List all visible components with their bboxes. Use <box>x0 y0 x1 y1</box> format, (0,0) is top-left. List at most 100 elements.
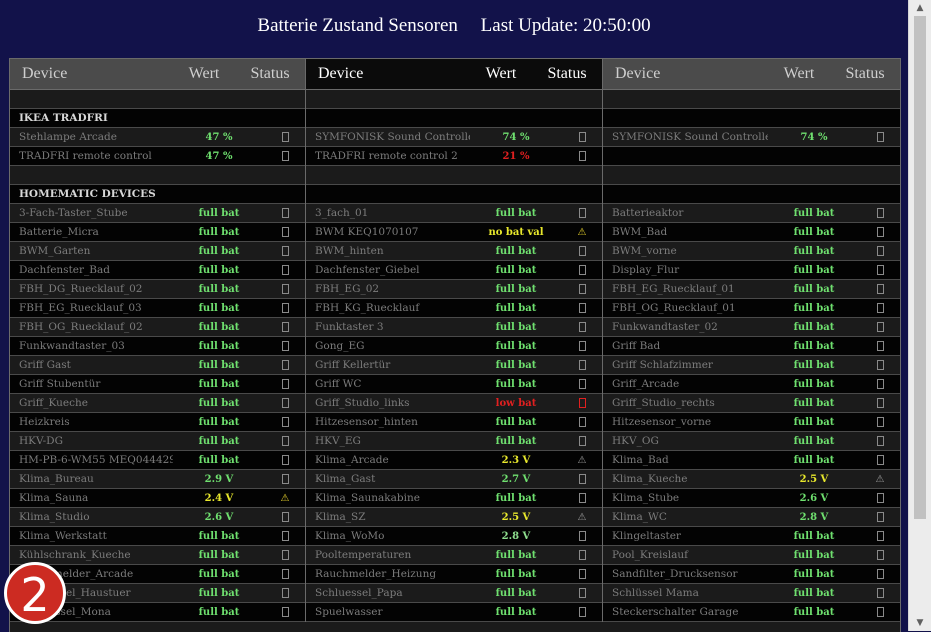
battery-icon <box>562 550 602 561</box>
battery-icon <box>265 607 305 618</box>
battery-icon <box>562 417 602 428</box>
battery-value: full bat <box>495 587 537 599</box>
device-row: Klima_Kueche 2.5 V ⚠ <box>603 470 900 489</box>
device-name: Display_Flur <box>612 264 680 276</box>
battery-icon <box>562 474 602 485</box>
battery-value: 47 % <box>205 150 233 162</box>
battery-icon <box>860 417 900 428</box>
battery-icon <box>860 607 900 618</box>
spacer-row <box>603 166 900 185</box>
warning-triangle-icon: ⚠ <box>280 492 290 504</box>
battery-value: full bat <box>198 226 240 238</box>
header-status: Status <box>845 65 885 82</box>
device-name: Batterieaktor <box>612 207 684 219</box>
battery-icon <box>562 379 602 390</box>
battery-icon <box>860 436 900 447</box>
battery-value: full bat <box>793 359 835 371</box>
column-header: Device Wert Status <box>10 59 305 90</box>
battery-value: full bat <box>198 283 240 295</box>
battery-icon <box>860 132 900 143</box>
device-name: FBH_OG_Ruecklauf_02 <box>19 321 143 333</box>
spacer-row <box>10 166 305 185</box>
device-name: Steckerschalter Garage <box>612 606 739 618</box>
battery-value: full bat <box>198 264 240 276</box>
battery-icon <box>562 436 602 447</box>
device-row: Funktaster 3 full bat <box>306 318 602 337</box>
header-value: Wert <box>188 65 220 82</box>
device-row: FBH_EG_Ruecklauf_03 full bat <box>10 299 305 318</box>
spacer-row <box>306 166 602 185</box>
battery-value: full bat <box>793 302 835 314</box>
battery-icon <box>265 398 305 409</box>
device-row: Griff WC full bat <box>306 375 602 394</box>
spacer-row <box>10 90 305 109</box>
device-row: Hitzesensor_vorne full bat <box>603 413 900 432</box>
battery-value: low bat <box>495 397 537 409</box>
device-row: Dachfenster_Giebel full bat <box>306 261 602 280</box>
battery-value: full bat <box>793 606 835 618</box>
device-name: Griff Kellertür <box>315 359 391 371</box>
battery-value: full bat <box>495 549 537 561</box>
battery-value: full bat <box>495 264 537 276</box>
device-name: Griff Gast <box>19 359 71 371</box>
device-name: Dachfenster_Giebel <box>315 264 420 276</box>
group-header: IKEA TRADFRI <box>10 109 305 128</box>
scroll-down-icon[interactable]: ▼ <box>909 615 931 631</box>
battery-icon <box>562 265 602 276</box>
group-header: HOMEMATIC DEVICES <box>10 185 305 204</box>
battery-value: full bat <box>198 606 240 618</box>
battery-icon <box>860 588 900 599</box>
battery-value: full bat <box>793 245 835 257</box>
battery-icon <box>265 284 305 295</box>
device-name: FBH_EG_02 <box>315 283 380 295</box>
scroll-up-icon[interactable]: ▲ <box>909 0 931 16</box>
device-row: Klima_Arcade 2.3 V ⚠ <box>306 451 602 470</box>
device-name: Griff_Studio_rechts <box>612 397 715 409</box>
column-header: Device Wert Status <box>603 59 900 90</box>
device-name: 3_fach_01 <box>315 207 369 219</box>
device-row: BWM_Bad full bat <box>603 223 900 242</box>
warning-triangle-icon: ⚠ <box>875 473 885 485</box>
device-name: Rauchmelder_Heizung <box>315 568 437 580</box>
battery-icon <box>860 379 900 390</box>
battery-value: full bat <box>495 321 537 333</box>
device-row: HKV_OG full bat <box>603 432 900 451</box>
device-name: Klima_Werkstatt <box>19 530 107 542</box>
device-row <box>603 147 900 166</box>
device-name: Griff Bad <box>612 340 661 352</box>
battery-icon <box>265 303 305 314</box>
battery-value: full bat <box>793 340 835 352</box>
device-name: Klima_SZ <box>315 511 366 523</box>
device-row: FBH_EG_02 full bat <box>306 280 602 299</box>
battery-value: full bat <box>793 587 835 599</box>
device-row: 3-Fach-Taster_Stube full bat <box>10 204 305 223</box>
device-row: Batterieaktor full bat <box>603 204 900 223</box>
battery-icon <box>265 455 305 466</box>
device-row: Klima_Bureau 2.9 V <box>10 470 305 489</box>
battery-icon <box>860 493 900 504</box>
device-name: Griff_Kueche <box>19 397 88 409</box>
device-name: Klima_Gast <box>315 473 376 485</box>
battery-icon <box>265 322 305 333</box>
device-name: TRADFRI remote control <box>19 150 152 162</box>
battery-icon <box>860 531 900 542</box>
device-row: Griff Kellertür full bat <box>306 356 602 375</box>
device-row: Griff_Studio_links low bat <box>306 394 602 413</box>
device-name: Klima_Studio <box>19 511 90 523</box>
scrollbar-thumb[interactable] <box>914 16 926 519</box>
battery-icon <box>860 303 900 314</box>
device-name: FBH_EG_Ruecklauf_01 <box>612 283 735 295</box>
spacer-row <box>306 90 602 109</box>
battery-value: full bat <box>793 207 835 219</box>
device-name: Heizkreis <box>19 416 70 428</box>
battery-icon <box>265 417 305 428</box>
device-name: Klima_Bureau <box>19 473 94 485</box>
device-row: Rauchmelder_Heizung full bat <box>306 565 602 584</box>
device-row: Heizkreis full bat <box>10 413 305 432</box>
device-row: Klima_WoMo 2.8 V <box>306 527 602 546</box>
scrollbar[interactable]: ▲ ▼ <box>908 0 931 631</box>
battery-value: 2.5 V <box>799 473 829 485</box>
header-status: Status <box>250 65 290 82</box>
device-row: Display_Flur full bat <box>603 261 900 280</box>
group-name: HOMEMATIC DEVICES <box>19 188 156 200</box>
